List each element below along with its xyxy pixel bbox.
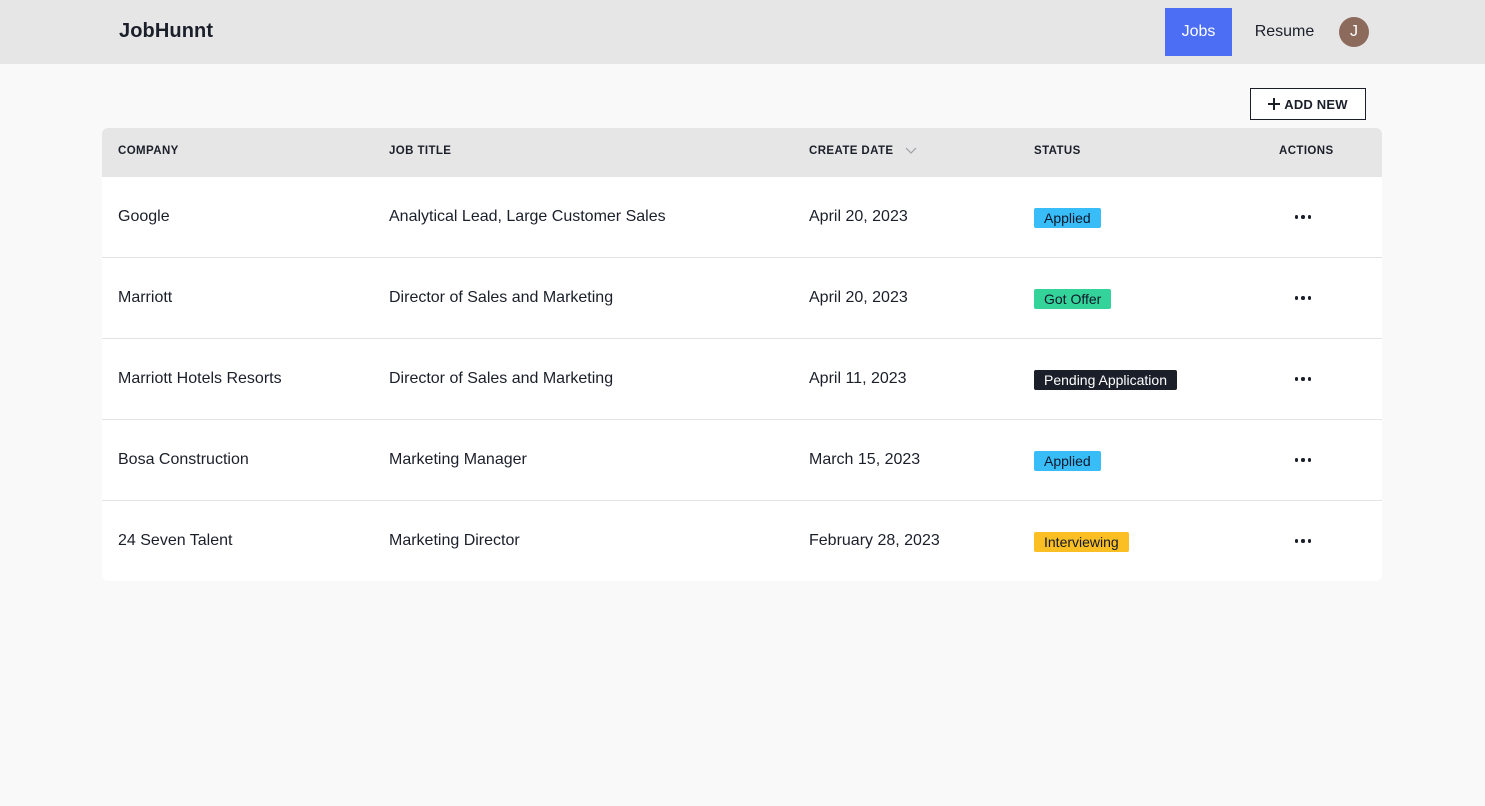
header-job-title: JOB TITLE xyxy=(389,145,452,157)
job-title-cell: Analytical Lead, Large Customer Sales xyxy=(389,208,666,225)
job-title-cell: Marketing Manager xyxy=(389,451,527,468)
table-row[interactable]: Marriott Hotels Resorts Director of Sales… xyxy=(102,339,1382,420)
status-badge: Pending Application xyxy=(1034,370,1177,390)
row-actions-button[interactable] xyxy=(1291,450,1315,470)
jobs-table: COMPANY JOB TITLE CREATE DATE STATUS ACT… xyxy=(102,128,1382,581)
app-brand[interactable]: JobHunnt xyxy=(119,20,213,43)
header-company: COMPANY xyxy=(118,145,179,157)
job-title-cell: Marketing Director xyxy=(389,532,520,549)
more-horizontal-icon xyxy=(1294,458,1312,462)
top-navbar: JobHunnt Jobs Resume J xyxy=(0,0,1485,64)
create-date-cell: March 15, 2023 xyxy=(809,451,921,468)
user-avatar[interactable]: J xyxy=(1339,17,1369,47)
company-cell: Marriott xyxy=(118,289,173,306)
table-row[interactable]: 24 Seven Talent Marketing Director Februar… xyxy=(102,501,1382,581)
row-actions-button[interactable] xyxy=(1291,369,1315,389)
status-badge: Applied xyxy=(1034,208,1101,228)
row-actions-button[interactable] xyxy=(1291,288,1315,308)
more-horizontal-icon xyxy=(1294,539,1312,543)
plus-icon xyxy=(1268,98,1281,110)
company-cell: Google xyxy=(118,208,170,225)
add-new-button[interactable]: ADD NEW xyxy=(1250,88,1366,120)
add-new-label: ADD NEW xyxy=(1284,96,1348,112)
nav-jobs-tab[interactable]: Jobs xyxy=(1165,8,1232,56)
status-badge: Interviewing xyxy=(1034,532,1129,552)
status-badge: Applied xyxy=(1034,451,1101,471)
status-badge: Got Offer xyxy=(1034,289,1112,309)
create-date-cell: February 28, 2023 xyxy=(809,532,940,549)
table-row[interactable]: Google Analytical Lead, Large Customer Sa… xyxy=(102,177,1382,258)
more-horizontal-icon xyxy=(1294,215,1312,219)
header-actions: ACTIONS xyxy=(1279,145,1334,157)
nav-resume-tab[interactable]: Resume xyxy=(1243,8,1326,56)
more-horizontal-icon xyxy=(1294,377,1312,381)
create-date-cell: April 20, 2023 xyxy=(809,208,908,225)
header-status: STATUS xyxy=(1034,145,1081,157)
job-title-cell: Director of Sales and Marketing xyxy=(389,289,614,306)
row-actions-button[interactable] xyxy=(1291,207,1315,227)
table-header: COMPANY JOB TITLE CREATE DATE STATUS ACT… xyxy=(102,128,1382,177)
create-date-cell: April 11, 2023 xyxy=(809,370,907,387)
create-date-cell: April 20, 2023 xyxy=(809,289,908,306)
company-cell: Marriott Hotels Resorts xyxy=(118,370,282,387)
company-cell: 24 Seven Talent xyxy=(118,532,233,549)
row-actions-button[interactable] xyxy=(1291,531,1315,551)
table-row[interactable]: Bosa Construction Marketing Manager March … xyxy=(102,420,1382,501)
table-row[interactable]: Marriott Director of Sales and Marketing A… xyxy=(102,258,1382,339)
company-cell: Bosa Construction xyxy=(118,451,249,468)
more-horizontal-icon xyxy=(1294,296,1312,300)
chevron-down-icon[interactable] xyxy=(905,145,917,155)
job-title-cell: Director of Sales and Marketing xyxy=(389,370,614,387)
header-create-date[interactable]: CREATE DATE xyxy=(809,145,893,157)
